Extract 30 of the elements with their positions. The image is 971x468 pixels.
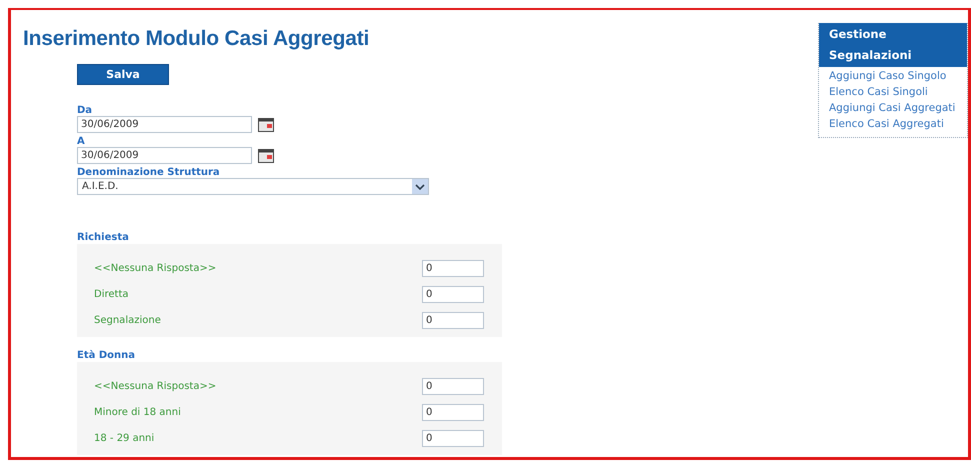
sidebar-title: Gestione Segnalazioni [819, 23, 967, 67]
count-field[interactable]: 0 [422, 378, 484, 394]
count-field[interactable]: 0 [422, 260, 484, 276]
section-title: Età Donna [77, 350, 136, 362]
sidebar-link[interactable]: Elenco Casi Singoli [819, 83, 967, 99]
row-label: Diretta [94, 288, 128, 300]
sidebar-link[interactable]: Aggiungi Caso Singolo [819, 67, 967, 83]
structure-dropdown[interactable]: A.I.E.D. [77, 178, 429, 195]
count-field[interactable]: 0 [422, 286, 484, 302]
calendar-icon[interactable] [258, 148, 274, 162]
field-label: A [77, 136, 86, 147]
save-button[interactable]: Salva [77, 64, 169, 85]
row-label: 18 - 29 anni [94, 432, 154, 444]
count-field[interactable]: 0 [422, 430, 484, 446]
count-field[interactable]: 0 [422, 312, 484, 328]
chevron-down-icon [412, 179, 428, 194]
count-field[interactable]: 0 [422, 404, 484, 420]
calendar-icon[interactable] [258, 118, 274, 132]
sidebar-link[interactable]: Elenco Casi Aggregati [819, 115, 967, 131]
row-label: Segnalazione [94, 314, 161, 326]
field-label: Denominazione Struttura [77, 167, 221, 178]
date-field[interactable]: 30/06/2009 [77, 147, 252, 164]
row-label: <<Nessuna Risposta>> [94, 380, 216, 392]
section-title: Richiesta [77, 232, 130, 244]
page-title: Inserimento Modulo Casi Aggregati [23, 27, 370, 51]
date-field[interactable]: 30/06/2009 [77, 116, 252, 133]
row-label: Minore di 18 anni [94, 406, 181, 418]
sidebar-link[interactable]: Aggiungi Casi Aggregati [819, 99, 967, 115]
field-label: Da [77, 105, 94, 116]
row-label: <<Nessuna Risposta>> [94, 262, 216, 274]
